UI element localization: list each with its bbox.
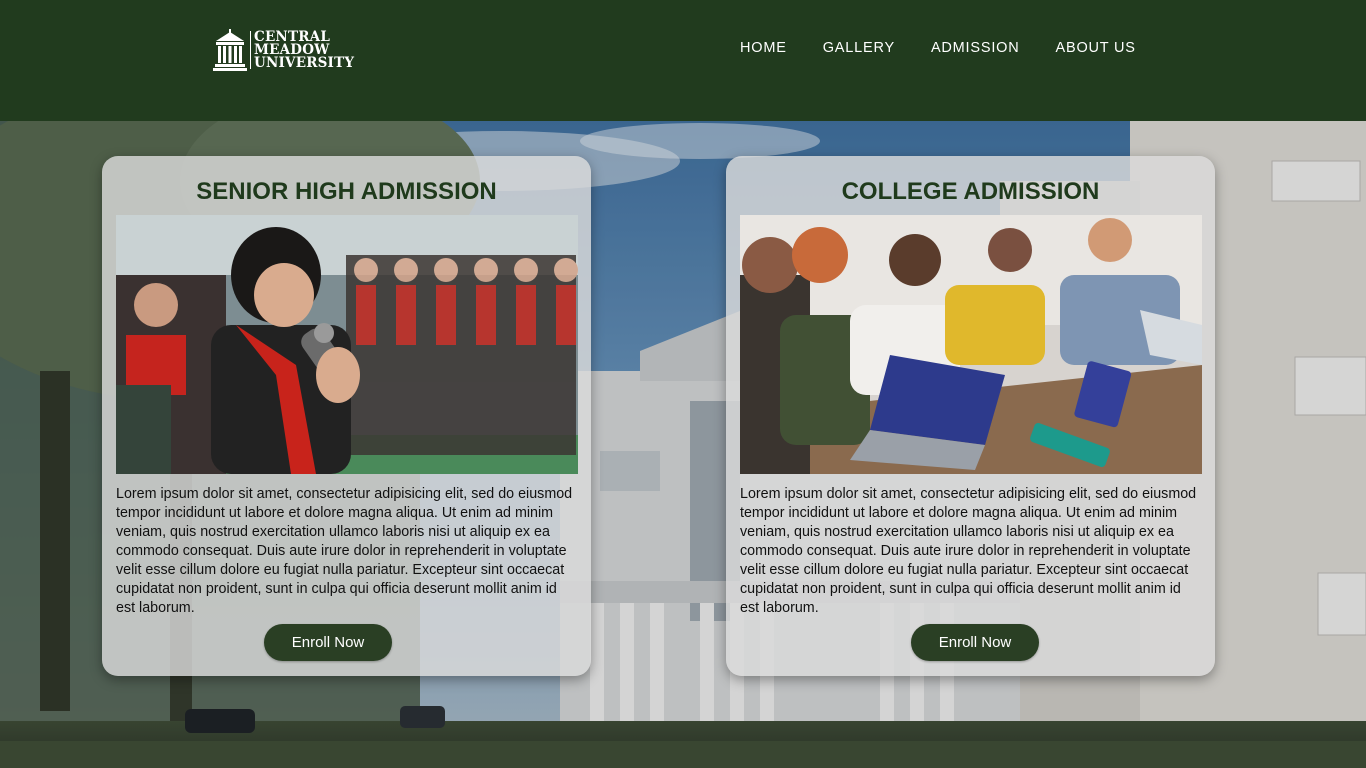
nav-admission[interactable]: ADMISSION bbox=[931, 40, 1020, 56]
brand-line-3: UNIVERSITY bbox=[254, 54, 355, 71]
card-title: COLLEGE ADMISSION bbox=[841, 178, 1100, 205]
senior-high-students-photo bbox=[116, 215, 578, 474]
enroll-now-button[interactable]: Enroll Now bbox=[911, 624, 1039, 661]
brand-logo[interactable]: CENTRAL MEADOW UNIVERSITY bbox=[213, 29, 354, 71]
card-description: Lorem ipsum dolor sit amet, consectetur … bbox=[116, 486, 573, 616]
brand-name: CENTRAL MEADOW UNIVERSITY bbox=[254, 30, 355, 71]
college-admission-card: COLLEGE ADMISSION Lorem ipsum dolor sit … bbox=[726, 156, 1215, 676]
nav-home[interactable]: HOME bbox=[740, 40, 787, 56]
nav-gallery[interactable]: GALLERY bbox=[823, 40, 895, 56]
card-description: Lorem ipsum dolor sit amet, consectetur … bbox=[740, 486, 1197, 616]
nav-about-us[interactable]: ABOUT US bbox=[1056, 40, 1136, 56]
college-students-photo bbox=[740, 215, 1202, 474]
logo-divider bbox=[250, 31, 251, 69]
site-header: CENTRAL MEADOW UNIVERSITY HOME GALLERY A… bbox=[0, 0, 1366, 121]
senior-high-admission-card: SENIOR HIGH ADMISSION Lorem ipsum dolor … bbox=[102, 156, 591, 676]
university-building-icon bbox=[213, 29, 247, 71]
enroll-now-button[interactable]: Enroll Now bbox=[264, 624, 392, 661]
card-title: SENIOR HIGH ADMISSION bbox=[196, 178, 497, 205]
main-nav: HOME GALLERY ADMISSION ABOUT US bbox=[740, 40, 1136, 56]
